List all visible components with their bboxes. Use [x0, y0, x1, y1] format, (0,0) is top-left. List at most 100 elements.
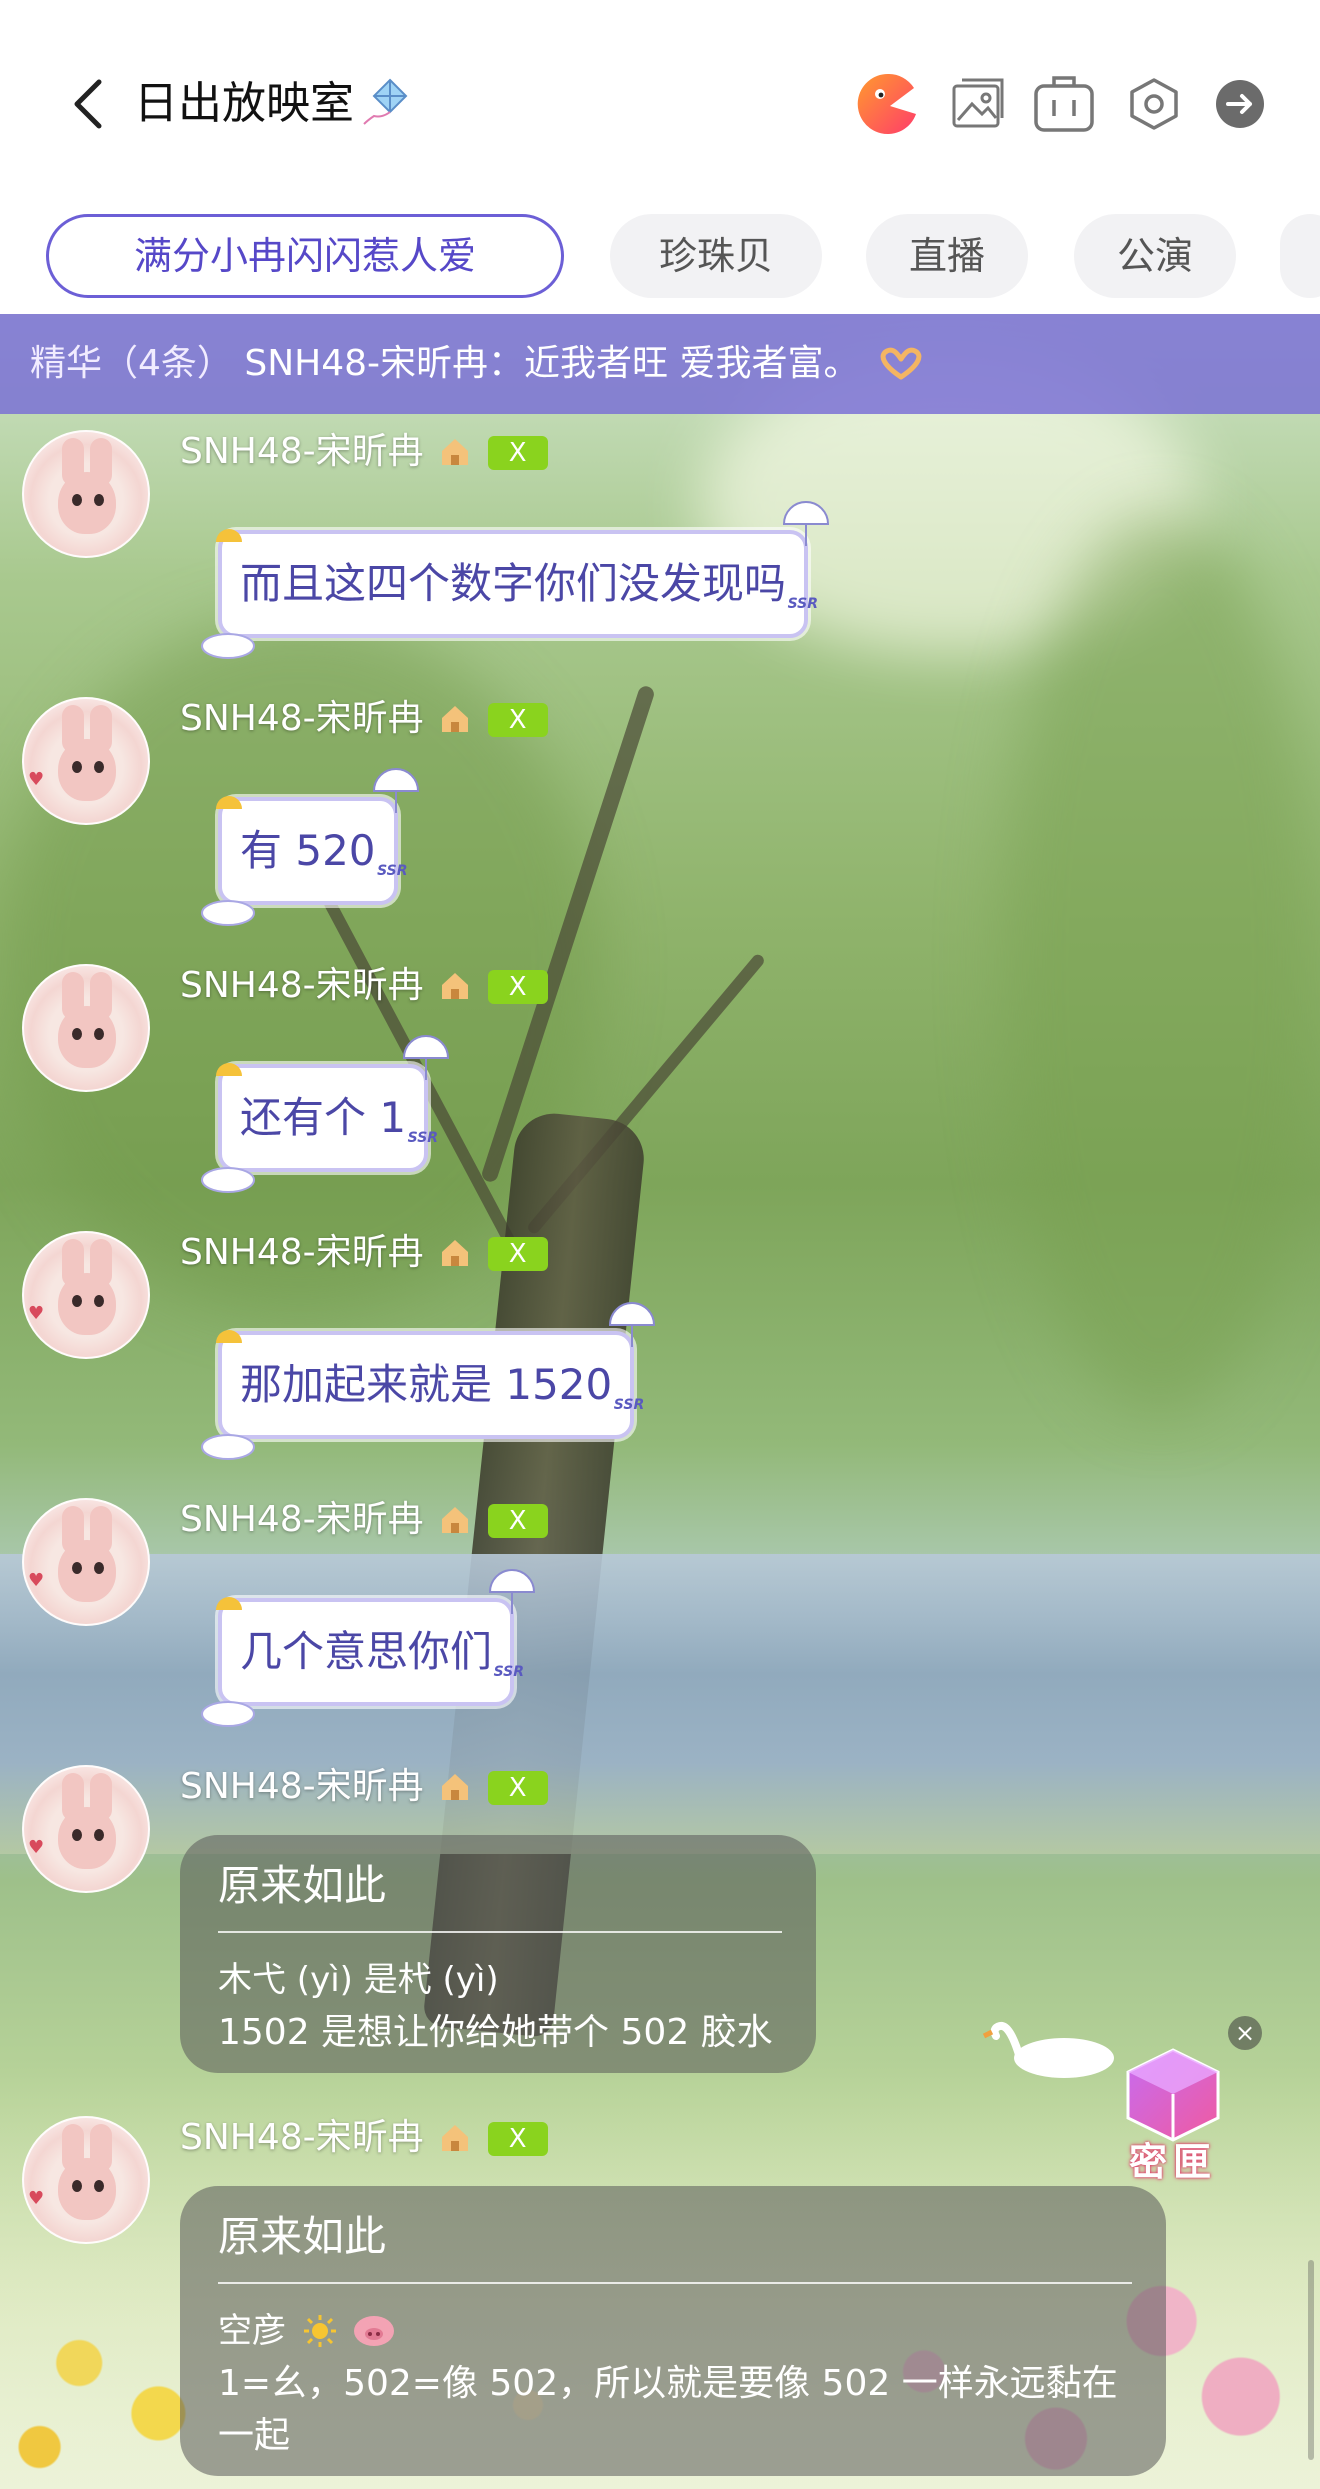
ssr-tag: SSR: [407, 1130, 439, 1146]
sun-icon: [216, 1597, 242, 1610]
tab-pearl-shell[interactable]: 珍珠贝: [610, 214, 822, 298]
sender-name-text: SNH48-宋昕冉: [180, 698, 424, 739]
sender-name[interactable]: SNH48-宋昕冉 X: [180, 2116, 548, 2160]
member-badge: X: [487, 970, 548, 1004]
sun-icon: [216, 529, 242, 542]
sender-name[interactable]: SNH48-宋昕冉 X: [180, 1498, 548, 1542]
quoted-user-name: 木弋 (yì) 是杙 (yì): [218, 1960, 499, 2000]
house-badge-icon: [441, 439, 468, 465]
image-icon: [952, 78, 1004, 128]
tab-live[interactable]: 直播: [866, 214, 1028, 298]
avatar[interactable]: ♥: [22, 1498, 150, 1626]
pig-emoji-icon: [353, 2316, 394, 2346]
back-icon: [74, 79, 102, 129]
page-title-text: 日出放映室: [134, 78, 354, 129]
ssr-tag: SSR: [613, 1397, 645, 1413]
chat-message: ♥ SNH48-宋昕冉 X 几个意思你们 SSR: [0, 1498, 1320, 1748]
house-badge-icon: [441, 1240, 468, 1266]
mystery-box-icon: [1126, 2048, 1220, 2142]
kite-icon: [363, 78, 408, 125]
message-text: 那加起来就是 1520: [240, 1360, 613, 1409]
tab-performance[interactable]: 公演: [1074, 214, 1236, 298]
member-badge: X: [487, 436, 548, 470]
tab-fan-channel[interactable]: 满分小冉闪闪惹人爱: [46, 214, 564, 298]
quoted-message-text: 1=幺，502=像 502，所以就是要像 502 一样永远黏在一起: [218, 2363, 1118, 2456]
luggage-button[interactable]: [1032, 72, 1096, 136]
member-badge: X: [487, 1237, 548, 1271]
pinned-message-text: SNH48-宋昕冉：近我者旺 爱我者富。: [244, 343, 860, 384]
sun-icon: [216, 796, 242, 809]
avatar[interactable]: ♥: [22, 1765, 150, 1893]
page-title: 日出放映室: [134, 74, 410, 134]
umbrella-icon: [609, 1302, 656, 1347]
reply-divider: [218, 2282, 1132, 2284]
cloud-icon: [201, 1167, 255, 1193]
reply-bubble[interactable]: 原来如此 木弋 (yì) 是杙 (yì) 1502 是想让你给她带个 502 胶…: [180, 1835, 816, 2073]
message-bubble[interactable]: 几个意思你们 SSR: [201, 1569, 536, 1727]
member-badge: X: [487, 1771, 548, 1805]
avatar[interactable]: [22, 430, 150, 558]
message-bubble[interactable]: 有 520 SSR: [201, 768, 419, 926]
sender-name[interactable]: SNH48-宋昕冉 X: [180, 964, 548, 1008]
chat-message-reply: ♥ SNH48-宋昕冉 X 原来如此 木弋 (yì) 是杙 (yì) 1502 是…: [0, 1765, 1320, 2075]
back-button[interactable]: [62, 78, 114, 130]
chat-message: ♥ SNH48-宋昕冉 X 那加起来就是 1520 SSR: [0, 1231, 1320, 1481]
cloud-icon: [201, 1434, 255, 1460]
ssr-tag: SSR: [787, 596, 819, 612]
house-badge-icon: [441, 1774, 468, 1800]
ssr-tag: SSR: [377, 863, 408, 879]
sun-icon: [216, 1330, 242, 1343]
umbrella-icon: [403, 1035, 450, 1080]
app-header: 日出放映室: [0, 0, 1320, 200]
reply-text: 原来如此: [218, 2212, 387, 2261]
sender-name[interactable]: SNH48-宋昕冉 X: [180, 430, 548, 474]
message-bubble[interactable]: 那加起来就是 1520 SSR: [201, 1302, 656, 1460]
tab-more[interactable]: [1280, 214, 1320, 298]
message-text: 还有个 1: [240, 1093, 407, 1142]
message-bubble[interactable]: 还有个 1 SSR: [201, 1035, 450, 1193]
chat-message: SNH48-宋昕冉 X 还有个 1 SSR: [0, 964, 1320, 1214]
cloud-icon: [201, 900, 255, 926]
sender-name[interactable]: SNH48-宋昕冉 X: [180, 697, 548, 741]
game-mascot-button[interactable]: [856, 72, 920, 136]
sender-name-text: SNH48-宋昕冉: [180, 1766, 424, 1807]
sender-name-text: SNH48-宋昕冉: [180, 1499, 424, 1540]
member-badge: X: [487, 2122, 548, 2156]
house-badge-icon: [441, 973, 468, 999]
game-mascot-icon: [857, 73, 916, 134]
sun-emoji-icon: [303, 2315, 336, 2347]
exit-button[interactable]: [1208, 72, 1272, 136]
chat-scrollbar[interactable]: [1308, 2260, 1314, 2460]
channel-tabs: 满分小冉闪闪惹人爱 珍珠贝 直播 公演: [0, 214, 1320, 298]
message-bubble[interactable]: 而且这四个数字你们没发现吗 SSR: [201, 501, 830, 659]
reply-bubble[interactable]: 原来如此 空彦 1=幺，502=像 502，所以就是要像 502 一样永远黏在一…: [180, 2186, 1166, 2476]
quoted-user-name-text: 空彦: [218, 2311, 286, 2351]
hexagon-settings-icon: [1130, 78, 1178, 130]
chat-message: SNH48-宋昕冉 X 而且这四个数字你们没发现吗 SSR: [0, 430, 1320, 680]
heart-hands-icon: [880, 347, 922, 380]
avatar[interactable]: [22, 964, 150, 1092]
sender-name[interactable]: SNH48-宋昕冉 X: [180, 1231, 548, 1275]
sender-name-text: SNH48-宋昕冉: [180, 965, 424, 1006]
house-badge-icon: [441, 1507, 468, 1533]
house-badge-icon: [441, 706, 468, 732]
member-badge: X: [487, 703, 548, 737]
album-button[interactable]: [946, 72, 1010, 136]
sender-name-text: SNH48-宋昕冉: [180, 431, 424, 472]
chat-message: ♥ SNH48-宋昕冉 X 有 520 SSR: [0, 697, 1320, 947]
sender-name-text: SNH48-宋昕冉: [180, 2117, 424, 2158]
reply-text: 原来如此: [218, 1861, 387, 1910]
widget-label: 密匣: [1128, 2140, 1217, 2184]
mystery-box-widget[interactable]: 密匣: [1118, 2044, 1228, 2184]
message-text: 几个意思你们: [240, 1627, 493, 1676]
quoted-user-name: 空彦: [218, 2304, 1128, 2358]
sender-name[interactable]: SNH48-宋昕冉 X: [180, 1765, 548, 1809]
avatar[interactable]: ♥: [22, 2116, 150, 2244]
settings-button[interactable]: [1122, 72, 1186, 136]
widget-close-button[interactable]: ×: [1228, 2016, 1262, 2050]
avatar[interactable]: ♥: [22, 697, 150, 825]
avatar[interactable]: ♥: [22, 1231, 150, 1359]
member-badge: X: [487, 1504, 548, 1538]
house-badge-icon: [441, 2125, 468, 2151]
pinned-highlight-bar[interactable]: 精华（4条） SNH48-宋昕冉：近我者旺 爱我者富。: [0, 314, 1320, 414]
